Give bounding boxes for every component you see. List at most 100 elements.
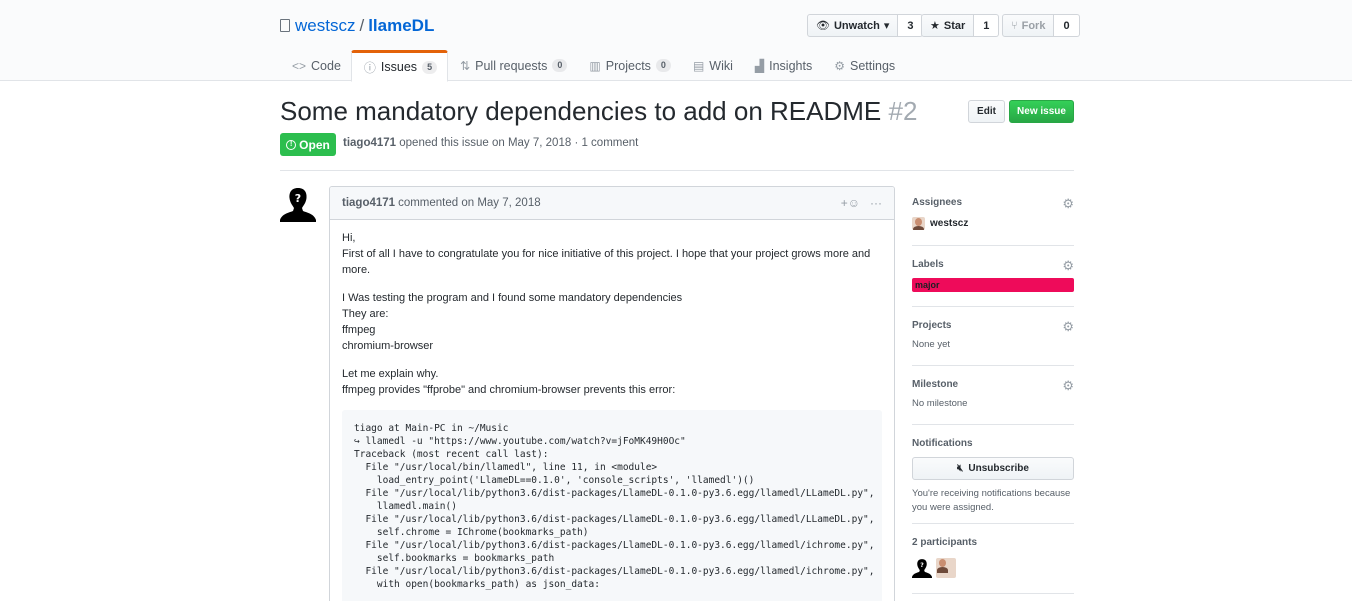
repo-icon — [280, 19, 290, 32]
tab-pull-requests-label: Pull requests — [475, 58, 548, 73]
milestone-heading: Milestone — [912, 379, 959, 390]
status-badge: ! Open — [280, 133, 336, 156]
divider — [280, 170, 1074, 171]
fork-action: ⑂ Fork 0 — [1002, 14, 1080, 37]
repo-header: westscz / llameDL 👁 Unwatch ▾ 3 ★ Star 1 ⑂… — [0, 0, 1352, 82]
comment-paragraph: Let me explain why. ffmpeg provides "ffp… — [342, 366, 882, 398]
gear-icon[interactable]: ⚙ — [1062, 319, 1074, 335]
star-icon: ★ — [930, 20, 940, 32]
repo-name-link[interactable]: llameDL — [368, 16, 434, 35]
comment-line: First of all I have to congratulate you … — [342, 248, 871, 276]
repo-title: westscz / llameDL — [280, 16, 434, 36]
tab-projects[interactable]: ▥ Projects 0 — [577, 50, 681, 81]
tab-settings[interactable]: ⚙ Settings — [822, 50, 905, 81]
comment-line: I Was testing the program and I found so… — [342, 292, 683, 304]
tab-issues-label: Issues — [380, 60, 418, 74]
tab-insights[interactable]: ▟ Insights — [743, 50, 822, 81]
issues-counter: 5 — [422, 60, 438, 74]
star-button[interactable]: ★ Star — [921, 14, 975, 37]
new-issue-button[interactable]: New issue — [1009, 100, 1074, 123]
sidebar-notifications: Notifications 🔇︎ Unsubscribe You're rece… — [912, 425, 1074, 524]
eye-icon: 👁 — [816, 20, 830, 32]
assignee-name: westscz — [930, 218, 969, 229]
gear-icon[interactable]: ⚙ — [1062, 258, 1074, 274]
repo-owner-link[interactable]: westscz — [295, 16, 355, 35]
code-icon: <> — [292, 58, 307, 73]
fork-count[interactable]: 0 — [1054, 14, 1080, 37]
gear-icon[interactable]: ⚙ — [1062, 196, 1074, 212]
unwatch-label: Unwatch — [833, 19, 880, 32]
avatar — [912, 217, 925, 230]
comment-line: Let me explain why. — [342, 368, 439, 380]
milestone-value: No milestone — [912, 398, 968, 409]
avatar[interactable]: ? — [280, 186, 316, 222]
unsubscribe-button[interactable]: 🔇︎ Unsubscribe — [912, 457, 1074, 480]
issue-author-link[interactable]: tiago4171 — [343, 137, 396, 149]
avatar[interactable] — [936, 558, 956, 578]
tab-insights-label: Insights — [769, 58, 813, 73]
sidebar-participants: 2 participants ? — [912, 524, 1074, 594]
label-major[interactable]: major — [912, 278, 1074, 292]
project-icon: ▥ — [589, 58, 601, 73]
repo-forked-icon: ⑂ — [1011, 19, 1018, 32]
tab-wiki-label: Wiki — [709, 58, 733, 73]
issue-number: #2 — [888, 96, 918, 126]
comment-actions: +☺ ··· — [841, 196, 882, 210]
comment-line: Hi, — [342, 232, 356, 244]
tab-projects-label: Projects — [605, 58, 651, 73]
issue-opened-icon: ⓘ — [363, 60, 376, 75]
issue-title-text: Some mandatory dependencies to add on RE… — [280, 96, 882, 126]
issue-title: Some mandatory dependencies to add on RE… — [280, 95, 917, 128]
projects-counter: 0 — [655, 59, 671, 72]
tab-code[interactable]: <> Code — [280, 50, 351, 81]
assignees-heading: Assignees — [912, 197, 963, 208]
add-reaction-icon[interactable]: +☺ — [841, 196, 860, 210]
edit-button[interactable]: Edit — [968, 100, 1005, 123]
avatar[interactable]: ? — [912, 558, 932, 578]
sidebar-milestone: Milestone ⚙ No milestone — [912, 366, 1074, 425]
repo-separator: / — [359, 16, 365, 35]
notifications-heading: Notifications — [912, 438, 973, 449]
pull-requests-counter: 0 — [552, 59, 568, 72]
comment-box: tiago4171 commented on May 7, 2018 +☺ ··… — [329, 186, 895, 601]
git-pull-request-icon: ⇅ — [460, 58, 471, 73]
sidebar-assignees: Assignees ⚙ westscz — [912, 186, 1074, 246]
tab-settings-label: Settings — [849, 58, 896, 73]
fork-label: Fork — [1021, 19, 1046, 32]
assignee-item[interactable]: westscz — [912, 217, 1074, 230]
comment-author-link[interactable]: tiago4171 — [342, 197, 395, 209]
mute-icon: 🔇︎ — [957, 463, 964, 474]
status-badge-label: Open — [299, 137, 330, 152]
comment-header: tiago4171 commented on May 7, 2018 +☺ ··… — [330, 187, 894, 220]
code-block: tiago at Main-PC in ~/Music ↪ llamedl -u… — [342, 410, 882, 601]
labels-heading: Labels — [912, 259, 944, 270]
chevron-down-icon: ▾ — [883, 20, 890, 32]
kebab-horizontal-icon[interactable]: ··· — [870, 196, 882, 210]
participants-heading: 2 participants — [912, 537, 978, 548]
comment-paragraph: Hi, First of all I have to congratulate … — [342, 230, 882, 278]
comment-line: ffmpeg — [342, 324, 376, 336]
svg-text:?: ? — [920, 562, 924, 569]
comment-timestamp[interactable]: commented on May 7, 2018 — [398, 197, 541, 209]
star-count[interactable]: 1 — [974, 14, 1000, 37]
issue-opened-icon: ! — [286, 139, 297, 150]
issue-opened-text: opened this issue on May 7, 2018 · 1 com… — [399, 137, 639, 149]
discussion-sidebar: Assignees ⚙ westscz Labels ⚙ major Proje… — [912, 186, 1074, 594]
gear-icon[interactable]: ⚙ — [1062, 378, 1074, 394]
projects-heading: Projects — [912, 320, 952, 331]
tab-issues[interactable]: ⓘ Issues 5 — [350, 50, 449, 82]
comment-line: ffmpeg provides "ffprobe" and chromium-b… — [342, 384, 676, 396]
comment-body: Hi, First of all I have to congratulate … — [330, 220, 894, 601]
comment-line: chromium-browser — [342, 340, 434, 352]
graph-icon: ▟ — [754, 58, 765, 73]
unwatch-button[interactable]: 👁 Unwatch ▾ — [807, 14, 899, 37]
sidebar-labels: Labels ⚙ major — [912, 246, 1074, 307]
fork-button[interactable]: ⑂ Fork — [1002, 14, 1055, 37]
tab-code-label: Code — [311, 58, 341, 73]
watch-count[interactable]: 3 — [898, 14, 924, 37]
star-action: ★ Star 1 — [921, 14, 1000, 37]
projects-value: None yet — [912, 339, 951, 350]
issue-meta: tiago4171 opened this issue on May 7, 20… — [343, 137, 638, 149]
tab-wiki[interactable]: ▤ Wiki — [681, 50, 743, 81]
tab-pull-requests[interactable]: ⇅ Pull requests 0 — [448, 50, 577, 81]
